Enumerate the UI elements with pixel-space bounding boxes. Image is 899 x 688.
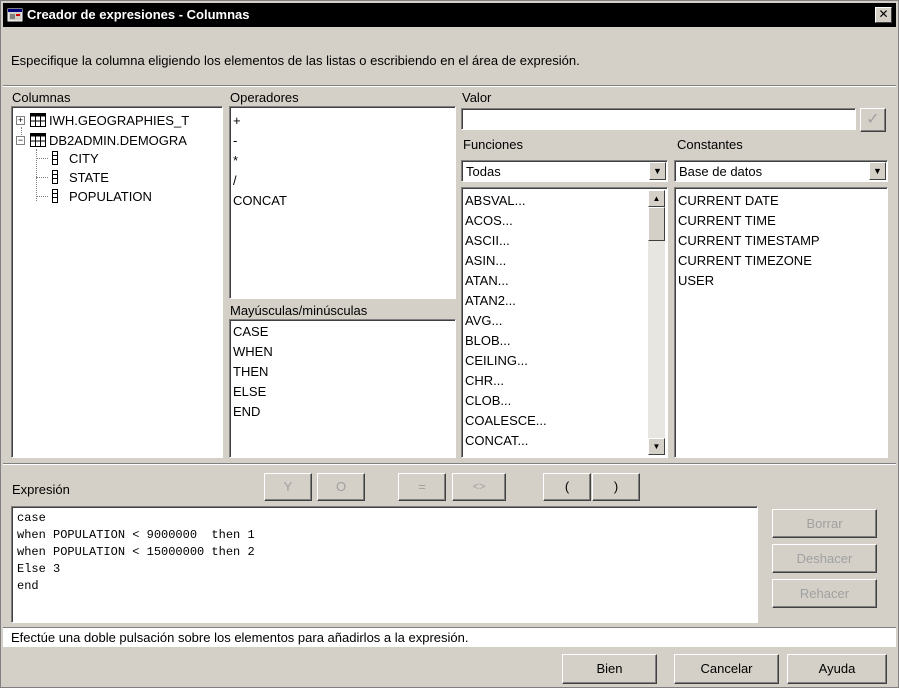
function-item[interactable]: CEILING... (465, 353, 528, 368)
constant-item[interactable]: USER (678, 273, 714, 288)
apply-value-button[interactable]: ✓ (860, 108, 886, 132)
function-item[interactable]: ACOS... (465, 213, 513, 228)
expression-line: Else 3 (17, 562, 61, 576)
function-item[interactable]: COALESCE... (465, 413, 547, 428)
functions-filter-value: Todas (466, 164, 501, 179)
table-icon (30, 133, 46, 147)
help-button[interactable]: Ayuda (787, 654, 887, 684)
table-name: IWH.GEOGRAPHIES_T (49, 113, 190, 128)
case-label: Mayúsculas/minúsculas (230, 303, 368, 318)
redo-button[interactable]: Rehacer (772, 579, 877, 608)
expression-label: Expresión (12, 482, 70, 497)
undo-button[interactable]: Deshacer (772, 544, 877, 573)
operators-list[interactable]: + - * / CONCAT (229, 106, 456, 299)
scroll-down-icon[interactable]: ▼ (648, 438, 665, 455)
dropdown-arrow-icon[interactable]: ▼ (869, 162, 886, 180)
constants-label: Constantes (677, 137, 743, 152)
close-icon: ✕ (878, 7, 889, 21)
constants-filter-select[interactable]: Base de datos ▼ (674, 160, 888, 182)
operator-item[interactable]: + (233, 113, 241, 128)
not-equal-button[interactable]: <> (452, 473, 506, 501)
scroll-up-icon[interactable]: ▲ (648, 190, 665, 207)
instruction-text: Especifique la columna eligiendo los ele… (11, 53, 580, 68)
constants-filter-value: Base de datos (679, 164, 763, 179)
close-button[interactable]: ✕ (875, 7, 892, 23)
column-icon (52, 189, 58, 203)
column-name: CITY (69, 151, 99, 166)
expression-line: when POPULATION < 9000000 then 1 (17, 528, 255, 542)
function-item[interactable]: ABSVAL... (465, 193, 525, 208)
expression-line: end (17, 579, 39, 593)
constant-item[interactable]: CURRENT TIMESTAMP (678, 233, 820, 248)
constant-item[interactable]: CURRENT DATE (678, 193, 779, 208)
function-item[interactable]: CHR... (465, 373, 504, 388)
and-button[interactable]: Y (264, 473, 312, 501)
open-paren-button[interactable]: ( (543, 473, 591, 501)
column-name: POPULATION (69, 189, 152, 204)
functions-list[interactable]: ABSVAL... ACOS... ASCII... ASIN... ATAN.… (461, 187, 668, 458)
or-button[interactable]: O (317, 473, 365, 501)
status-text: Efectúe una doble pulsación sobre los el… (11, 630, 469, 645)
tree-line (36, 149, 37, 201)
check-icon: ✓ (866, 111, 880, 128)
close-paren-button[interactable]: ) (592, 473, 640, 501)
dropdown-arrow-icon[interactable]: ▼ (649, 162, 666, 180)
status-bar: Efectúe una doble pulsación sobre los el… (3, 627, 896, 647)
expand-icon[interactable]: + (16, 116, 25, 125)
functions-scrollbar[interactable]: ▲ ▼ (648, 190, 665, 455)
app-window-icon (7, 8, 23, 22)
value-label: Valor (462, 90, 492, 105)
operator-item[interactable]: / (233, 173, 237, 188)
expression-builder-window: Creador de expresiones - Columnas ✕ Espe… (0, 0, 899, 688)
columns-tree[interactable]: + IWH.GEOGRAPHIES_T − DB2ADMIN.DEMOGRA C… (11, 106, 223, 458)
function-item[interactable]: CONCAT... (465, 433, 528, 448)
cancel-button[interactable]: Cancelar (674, 654, 779, 684)
constant-item[interactable]: CURRENT TIME (678, 213, 776, 228)
function-item[interactable]: BLOB... (465, 333, 511, 348)
table-icon (30, 113, 46, 127)
columns-label: Columnas (12, 90, 71, 105)
constants-list[interactable]: CURRENT DATE CURRENT TIME CURRENT TIMEST… (674, 187, 888, 458)
function-item[interactable]: ASCII... (465, 233, 510, 248)
case-item[interactable]: THEN (233, 364, 268, 379)
function-item[interactable]: ATAN... (465, 273, 509, 288)
title-bar[interactable]: Creador de expresiones - Columnas ✕ (3, 3, 896, 27)
expression-line: when POPULATION < 15000000 then 2 (17, 545, 255, 559)
ok-button[interactable]: Bien (562, 654, 657, 684)
operator-item[interactable]: * (233, 153, 238, 168)
collapse-icon[interactable]: − (16, 136, 25, 145)
operator-item[interactable]: CONCAT (233, 193, 287, 208)
separator-top (3, 85, 896, 87)
constant-item[interactable]: CURRENT TIMEZONE (678, 253, 812, 268)
function-item[interactable]: CLOB... (465, 393, 511, 408)
function-item[interactable]: ATAN2... (465, 293, 516, 308)
clear-button[interactable]: Borrar (772, 509, 877, 538)
functions-label: Funciones (463, 137, 523, 152)
expression-line: case (17, 511, 46, 525)
operators-label: Operadores (230, 90, 299, 105)
table-name: DB2ADMIN.DEMOGRA (49, 133, 187, 148)
function-item[interactable]: AVG... (465, 313, 502, 328)
case-item[interactable]: CASE (233, 324, 268, 339)
case-item[interactable]: END (233, 404, 260, 419)
functions-filter-select[interactable]: Todas ▼ (461, 160, 668, 182)
operator-item[interactable]: - (233, 133, 237, 148)
column-icon (52, 151, 58, 165)
scroll-thumb[interactable] (648, 207, 665, 241)
equals-button[interactable]: = (398, 473, 446, 501)
function-item[interactable]: ASIN... (465, 253, 506, 268)
column-icon (52, 170, 58, 184)
case-item[interactable]: WHEN (233, 344, 273, 359)
case-list[interactable]: CASE WHEN THEN ELSE END (229, 319, 456, 458)
value-input[interactable] (461, 108, 856, 130)
separator-middle (3, 463, 896, 465)
case-item[interactable]: ELSE (233, 384, 266, 399)
column-name: STATE (69, 170, 109, 185)
window-title: Creador de expresiones - Columnas (27, 7, 250, 22)
expression-editor[interactable]: case when POPULATION < 9000000 then 1 wh… (11, 506, 758, 623)
tree-line (21, 127, 22, 135)
